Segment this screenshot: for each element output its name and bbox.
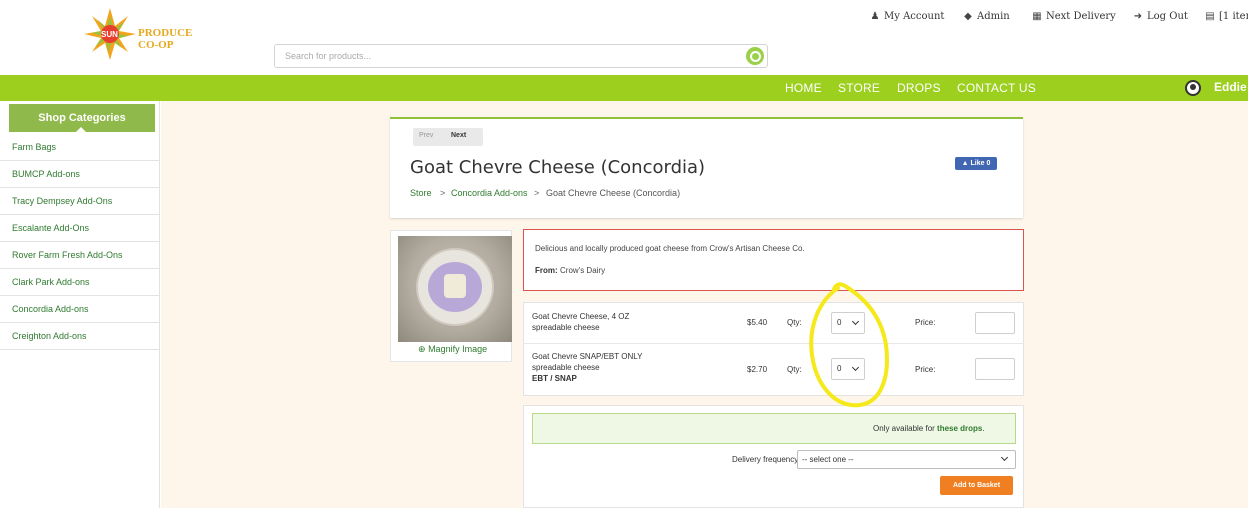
shop-categories-header: Shop Categories bbox=[9, 104, 155, 133]
user-name[interactable]: Eddie Case bbox=[1214, 80, 1248, 94]
page-title: Goat Chevre Cheese (Concordia) bbox=[410, 157, 706, 178]
zoom-icon: ⊕ bbox=[418, 344, 426, 354]
sidebar-item-farm-bags[interactable]: Farm Bags bbox=[0, 134, 159, 161]
my-account-link[interactable]: ♟ My Account bbox=[870, 11, 945, 22]
ebt-snap-tag: EBT / SNAP bbox=[532, 374, 577, 383]
sidebar-item-concordia[interactable]: Concordia Add-ons bbox=[0, 296, 159, 323]
magnify-image-link[interactable]: ⊕ Magnify Image bbox=[418, 344, 487, 355]
admin-link[interactable]: ◆ Admin bbox=[963, 11, 1010, 22]
search-icon[interactable] bbox=[746, 47, 764, 65]
breadcrumb-separator: > bbox=[440, 188, 446, 198]
thumbs-up-icon: ▲ bbox=[961, 160, 969, 167]
availability-text: Only available for these drops. bbox=[873, 424, 985, 433]
from-label: From: bbox=[535, 266, 558, 275]
description-box bbox=[523, 229, 1024, 291]
facebook-like-button[interactable]: ▲ Like 0 bbox=[955, 157, 997, 170]
product-description: Delicious and locally produced goat chee… bbox=[535, 244, 805, 253]
next-delivery-link[interactable]: ▦ Next Delivery bbox=[1032, 11, 1116, 22]
these-drops-link[interactable]: these drops bbox=[937, 424, 982, 433]
logout-link[interactable]: ➜ Log Out bbox=[1133, 11, 1188, 22]
breadcrumb-category[interactable]: Concordia Add-ons bbox=[451, 188, 528, 198]
price-input[interactable] bbox=[975, 358, 1015, 380]
product-image[interactable] bbox=[398, 236, 512, 342]
avatar[interactable] bbox=[1185, 80, 1201, 96]
logo-line2: CO-OP bbox=[138, 39, 174, 51]
highlight-annotation bbox=[809, 282, 889, 408]
chevron-down-icon bbox=[1000, 453, 1009, 462]
sidebar-item-rover-farm[interactable]: Rover Farm Fresh Add-Ons bbox=[0, 242, 159, 269]
logout-icon: ➜ bbox=[1133, 11, 1143, 22]
cart-icon: ▤ bbox=[1205, 11, 1215, 22]
search-input[interactable]: Search for products... bbox=[285, 51, 371, 61]
option-name: Goat Chevre Cheese, 4 OZ spreadable chee… bbox=[532, 312, 630, 332]
price-input[interactable] bbox=[975, 312, 1015, 334]
price-label: Price: bbox=[915, 318, 936, 327]
user-icon: ♟ bbox=[870, 11, 880, 22]
from-value: Crow's Dairy bbox=[560, 266, 606, 275]
logo-badge: SUN bbox=[101, 30, 118, 39]
divider bbox=[523, 343, 1024, 344]
delivery-frequency-select[interactable]: -- select one -- bbox=[797, 450, 1016, 469]
option-price: $2.70 bbox=[747, 365, 768, 374]
next-button[interactable]: Next bbox=[451, 132, 466, 139]
delivery-frequency-label: Delivery frequency: bbox=[732, 455, 801, 464]
option-name: Goat Chevre SNAP/EBT ONLY spreadable che… bbox=[532, 352, 643, 383]
add-to-basket-button[interactable]: Add to Basket bbox=[940, 476, 1013, 495]
calendar-icon: ▦ bbox=[1032, 11, 1042, 22]
sun-logo-icon: SUN PRODUCE CO-OP bbox=[84, 8, 192, 60]
nav-home[interactable]: HOME bbox=[785, 81, 822, 95]
shield-icon: ◆ bbox=[964, 11, 972, 22]
logo-line1: PRODUCE bbox=[138, 27, 192, 39]
cart-link[interactable]: ▤[1 item bbox=[1205, 11, 1248, 22]
sidebar-item-creighton[interactable]: Creighton Add-ons bbox=[0, 323, 159, 350]
prev-button[interactable]: Prev bbox=[419, 132, 433, 139]
sidebar-item-bumcp[interactable]: BUMCP Add-ons bbox=[0, 161, 159, 188]
sidebar-item-clark-park[interactable]: Clark Park Add-ons bbox=[0, 269, 159, 296]
search-bar[interactable]: Search for products... bbox=[274, 44, 768, 68]
main-nav-bar bbox=[0, 75, 1248, 101]
nav-store[interactable]: STORE bbox=[838, 81, 880, 95]
nav-drops[interactable]: DROPS bbox=[897, 81, 941, 95]
breadcrumb-separator: > bbox=[534, 188, 540, 198]
breadcrumb-current: Goat Chevre Cheese (Concordia) bbox=[546, 188, 681, 198]
nav-contact[interactable]: CONTACT US bbox=[957, 81, 1036, 95]
sidebar-item-escalante[interactable]: Escalante Add-Ons bbox=[0, 215, 159, 242]
option-price: $5.40 bbox=[747, 318, 768, 327]
logo[interactable]: SUN PRODUCE CO-OP bbox=[80, 6, 200, 66]
breadcrumb-store[interactable]: Store bbox=[410, 188, 432, 198]
sidebar-item-tracy-dempsey[interactable]: Tracy Dempsey Add-Ons bbox=[0, 188, 159, 215]
price-label: Price: bbox=[915, 365, 936, 374]
